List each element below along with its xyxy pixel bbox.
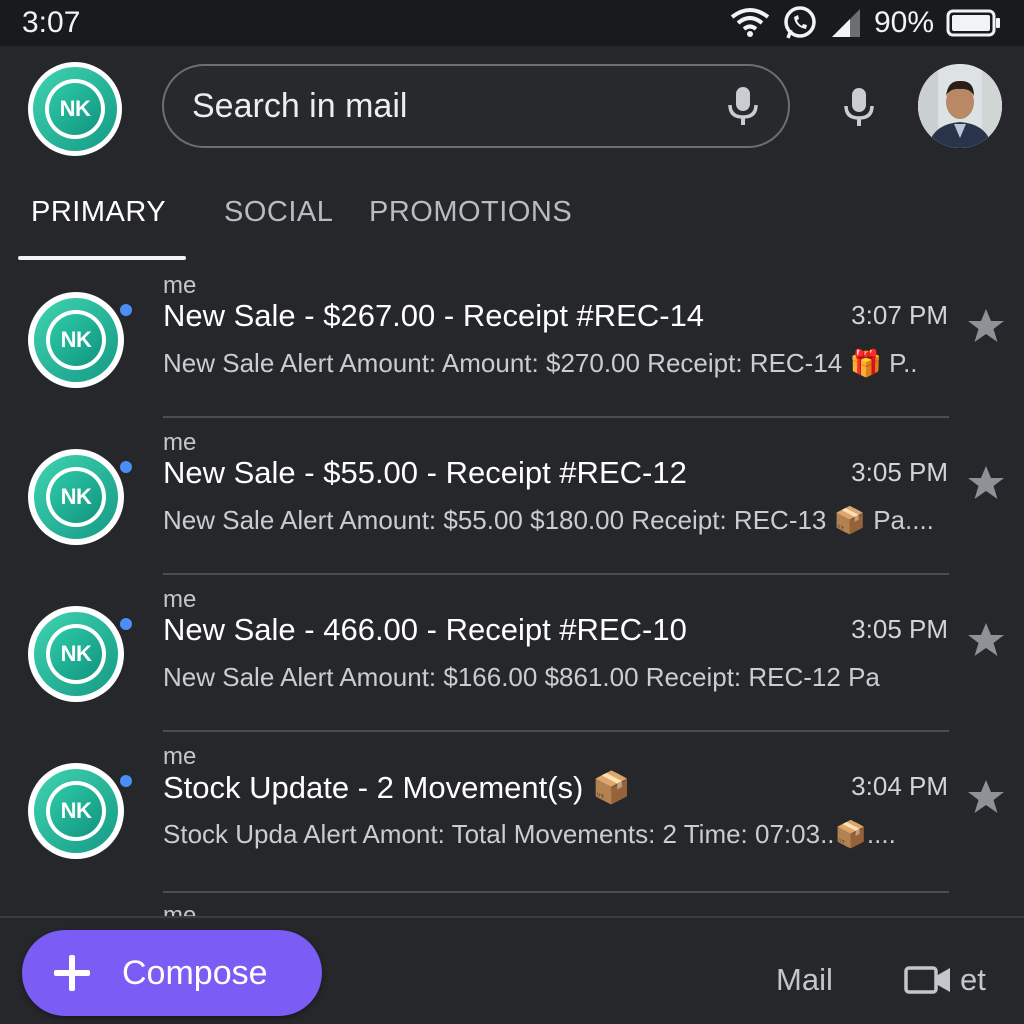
sender-avatar[interactable]: NK — [28, 763, 124, 859]
sender-avatar[interactable]: NK — [28, 606, 124, 702]
unread-indicator — [118, 616, 134, 632]
row-divider — [163, 573, 949, 575]
search-bar[interactable] — [162, 64, 790, 148]
mail-list: NK me New Sale - $267.00 - Receipt #REC-… — [0, 268, 1024, 918]
bottom-bar: Compose Mail et — [0, 916, 1024, 1024]
compose-label: Compose — [122, 953, 268, 992]
mail-subject: New Sale - $267.00 - Receipt #REC-14 — [163, 298, 705, 333]
status-bar: 3:07 90% — [0, 0, 1024, 46]
compose-button[interactable]: Compose — [22, 930, 322, 1016]
mail-time: 3:05 PM — [851, 457, 948, 487]
search-mic-icon[interactable] — [726, 85, 760, 127]
whatsapp-icon — [782, 5, 818, 41]
mail-snippet: Stock Upda Alert Amont: Total Movements:… — [163, 819, 896, 849]
top-bar: NK — [0, 46, 1024, 172]
profile-avatar[interactable] — [918, 64, 1002, 148]
mail-row[interactable]: NK me Stock Update - 2 Movement(s) 📦 3:0… — [0, 739, 1024, 896]
mail-row[interactable]: NK me New Sale - 466.00 - Receipt #REC-1… — [0, 582, 1024, 739]
tab-primary[interactable]: PRIMARY — [31, 196, 166, 229]
mail-row[interactable]: NK me New Sale - $267.00 - Receipt #REC-… — [0, 268, 1024, 425]
row-divider — [163, 416, 949, 418]
sender-avatar[interactable]: NK — [28, 449, 124, 545]
mail-subject: New Sale - 466.00 - Receipt #REC-10 — [163, 612, 687, 647]
mail-subject: Stock Update - 2 Movement(s) 📦 — [163, 770, 631, 805]
mail-sender: me — [163, 272, 197, 299]
mail-snippet: New Sale Alert Amount: $166.00 $861.00 R… — [163, 662, 880, 692]
signal-icon — [830, 7, 862, 39]
mail-time: 3:05 PM — [851, 614, 948, 644]
gmail-inbox-screen: 3:07 90% NK Search in mail PRIMARY SOCIA… — [0, 0, 1024, 1024]
star-icon[interactable] — [966, 620, 1006, 660]
video-camera-icon — [904, 965, 952, 995]
mail-sender: me — [163, 429, 197, 456]
voice-search-icon[interactable] — [836, 84, 882, 130]
mail-row[interactable]: NK me New Sale - $55.00 - Receipt #REC-1… — [0, 425, 1024, 582]
app-logo[interactable]: NK — [28, 62, 122, 156]
unread-indicator — [118, 302, 134, 318]
status-time: 3:07 — [22, 6, 81, 39]
row-divider — [163, 891, 949, 893]
mail-time: 3:04 PM — [851, 771, 948, 801]
nav-meet[interactable]: et — [904, 962, 986, 998]
mail-time: 3:07 PM — [851, 300, 948, 330]
mail-subject: New Sale - $55.00 - Receipt #REC-12 — [163, 455, 687, 490]
inbox-tabs: PRIMARY SOCIAL PROMOTIONS — [0, 172, 1024, 262]
logo-initials: NK — [49, 83, 101, 135]
star-icon[interactable] — [966, 777, 1006, 817]
unread-indicator — [118, 773, 134, 789]
search-input[interactable] — [192, 86, 726, 126]
battery-icon — [946, 9, 1002, 37]
battery-percent: 90% — [873, 6, 934, 39]
mail-snippet: New Sale Alert Amount: $55.00 $180.00 Re… — [163, 505, 934, 535]
sender-avatar[interactable]: NK — [28, 292, 124, 388]
wifi-icon — [730, 7, 770, 39]
star-icon[interactable] — [966, 463, 1006, 503]
mail-sender: me — [163, 743, 197, 770]
active-tab-indicator — [18, 256, 186, 260]
tab-promotions[interactable]: PROMOTIONS — [369, 196, 572, 229]
star-icon[interactable] — [966, 306, 1006, 346]
nav-mail[interactable]: Mail — [776, 962, 833, 998]
nav-meet-label: et — [960, 962, 986, 997]
status-icons: 90% — [730, 5, 1002, 41]
mail-row[interactable]: me — [0, 896, 1024, 918]
unread-indicator — [118, 459, 134, 475]
row-divider — [163, 730, 949, 732]
plus-icon — [52, 953, 92, 993]
mail-snippet: New Sale Alert Amount: Amount: $270.00 R… — [163, 348, 918, 378]
tab-social[interactable]: SOCIAL — [224, 196, 333, 229]
mail-sender: me — [163, 586, 197, 613]
